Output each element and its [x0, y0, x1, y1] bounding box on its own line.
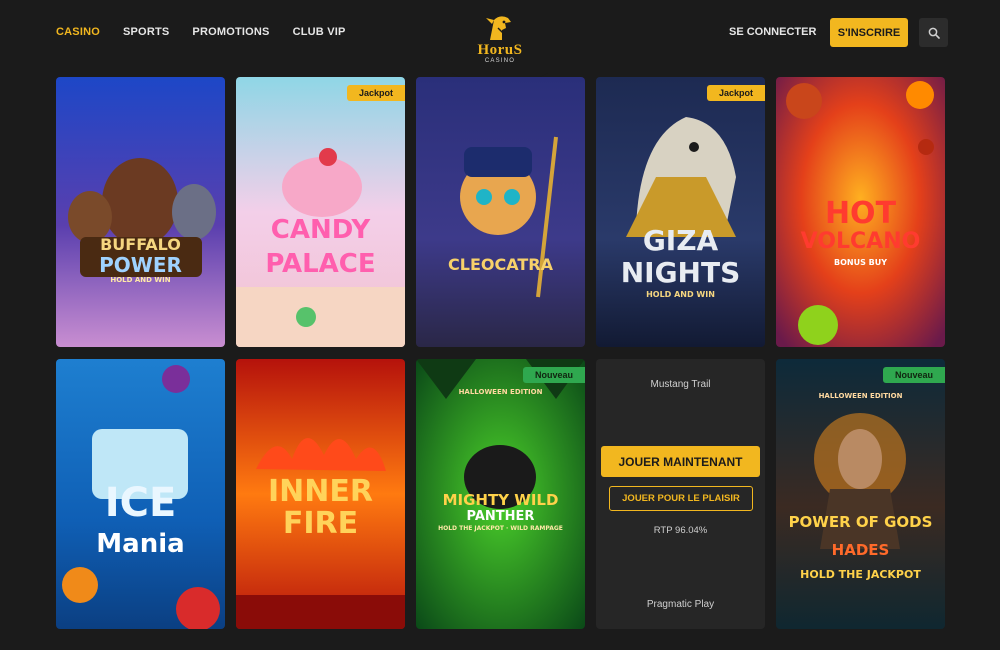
- game-title-line2: VOLCANO: [800, 229, 921, 254]
- game-title-line1: INNER: [268, 474, 373, 509]
- game-tile-power-of-gods-hades[interactable]: HALLOWEEN EDITION POWER OF GODS HADES HO…: [776, 359, 945, 629]
- new-badge: Nouveau: [882, 367, 945, 383]
- jackpot-badge: Jackpot: [706, 85, 765, 101]
- game-tile-giza-nights[interactable]: GIZA Jackpot NIGHTS HOLD AND WIN: [596, 77, 765, 347]
- game-title-line2: HADES: [831, 541, 890, 559]
- game-edition: HALLOWEEN EDITION: [818, 392, 903, 400]
- game-tile-ice-mania[interactable]: ICE Mania: [56, 359, 225, 629]
- play-now-button[interactable]: JOUER MAINTENANT: [601, 446, 760, 477]
- game-tile-mighty-wild-panther[interactable]: HALLOWEEN EDITION MIGHTY WILD PANTHER HO…: [416, 359, 585, 629]
- candy-palace-artwork: [236, 77, 405, 347]
- game-tagline: HOLD THE JACKPOT: [800, 568, 921, 581]
- buffalo-power-artwork: [56, 77, 225, 347]
- game-grid: BUFFALO POWER HOLD AND WIN CANDY PALACE …: [56, 77, 945, 629]
- nav-promotions[interactable]: PROMOTIONS: [192, 26, 269, 38]
- game-tagline: HOLD AND WIN: [646, 290, 715, 299]
- game-provider: Pragmatic Play: [646, 599, 715, 610]
- nav-sports[interactable]: SPORTS: [123, 26, 169, 38]
- search-button[interactable]: [919, 18, 948, 47]
- game-tagline: BONUS BUY: [833, 258, 888, 267]
- game-title-line1: GIZA: [642, 224, 719, 257]
- game-title-line1: CANDY: [270, 215, 371, 245]
- game-tagline: HOLD THE JACKPOT · WILD RAMPAGE: [438, 525, 563, 532]
- game-title-line1: HOT: [824, 196, 897, 231]
- play-for-fun-button[interactable]: JOUER POUR LE PLAISIR: [609, 486, 753, 511]
- game-title-line1: BUFFALO: [100, 235, 181, 254]
- logo-name: HoruS: [477, 42, 523, 58]
- game-title-line2: POWER: [99, 253, 182, 277]
- game-tile-candy-palace[interactable]: CANDY PALACE Jackpot: [236, 77, 405, 347]
- game-tagline: HOLD AND WIN: [110, 276, 171, 284]
- nav-casino[interactable]: CASINO: [56, 26, 100, 38]
- game-name: Mustang Trail: [650, 379, 711, 390]
- game-title-line1: POWER OF GODS: [788, 513, 933, 531]
- cleocatra-artwork: [416, 77, 585, 347]
- game-title-line1: CLEOCATRA: [448, 255, 553, 274]
- signup-button[interactable]: S'INSCRIRE: [830, 18, 908, 47]
- game-tile-buffalo-power[interactable]: BUFFALO POWER HOLD AND WIN: [56, 77, 225, 347]
- game-edition: HALLOWEEN EDITION: [458, 388, 543, 396]
- game-tile-hot-volcano[interactable]: HOT VOLCANO BONUS BUY: [776, 77, 945, 347]
- rtp-value: RTP 96.04%: [653, 525, 708, 536]
- game-title-line1: MIGHTY WILD: [442, 491, 559, 509]
- game-title-line2: NIGHTS: [620, 256, 741, 289]
- jackpot-badge: Jackpot: [346, 85, 405, 101]
- logo-subtitle: CASINO: [484, 58, 516, 64]
- game-title-line2: Mania: [96, 529, 185, 559]
- game-tile-mustang-trail[interactable]: Mustang Trail JOUER MAINTENANT JOUER POU…: [596, 359, 765, 629]
- main-nav: CASINO SPORTS PROMOTIONS CLUB VIP: [56, 26, 346, 38]
- game-title-line2: FIRE: [282, 506, 359, 541]
- game-title-line1: ICE: [104, 480, 177, 526]
- game-tile-cleocatra[interactable]: CLEOCATRA: [416, 77, 585, 347]
- horus-head-icon: [486, 16, 511, 40]
- game-title-line2: PALACE: [265, 249, 376, 279]
- game-title-line2: PANTHER: [466, 509, 535, 524]
- nav-club-vip[interactable]: CLUB VIP: [293, 26, 346, 38]
- game-tile-inner-fire[interactable]: INNER FIRE: [236, 359, 405, 629]
- site-logo[interactable]: HoruS CASINO: [470, 14, 530, 74]
- search-icon: [928, 27, 940, 39]
- giza-nights-artwork: [596, 77, 765, 347]
- new-badge: Nouveau: [522, 367, 585, 383]
- login-link[interactable]: SE CONNECTER: [729, 26, 816, 38]
